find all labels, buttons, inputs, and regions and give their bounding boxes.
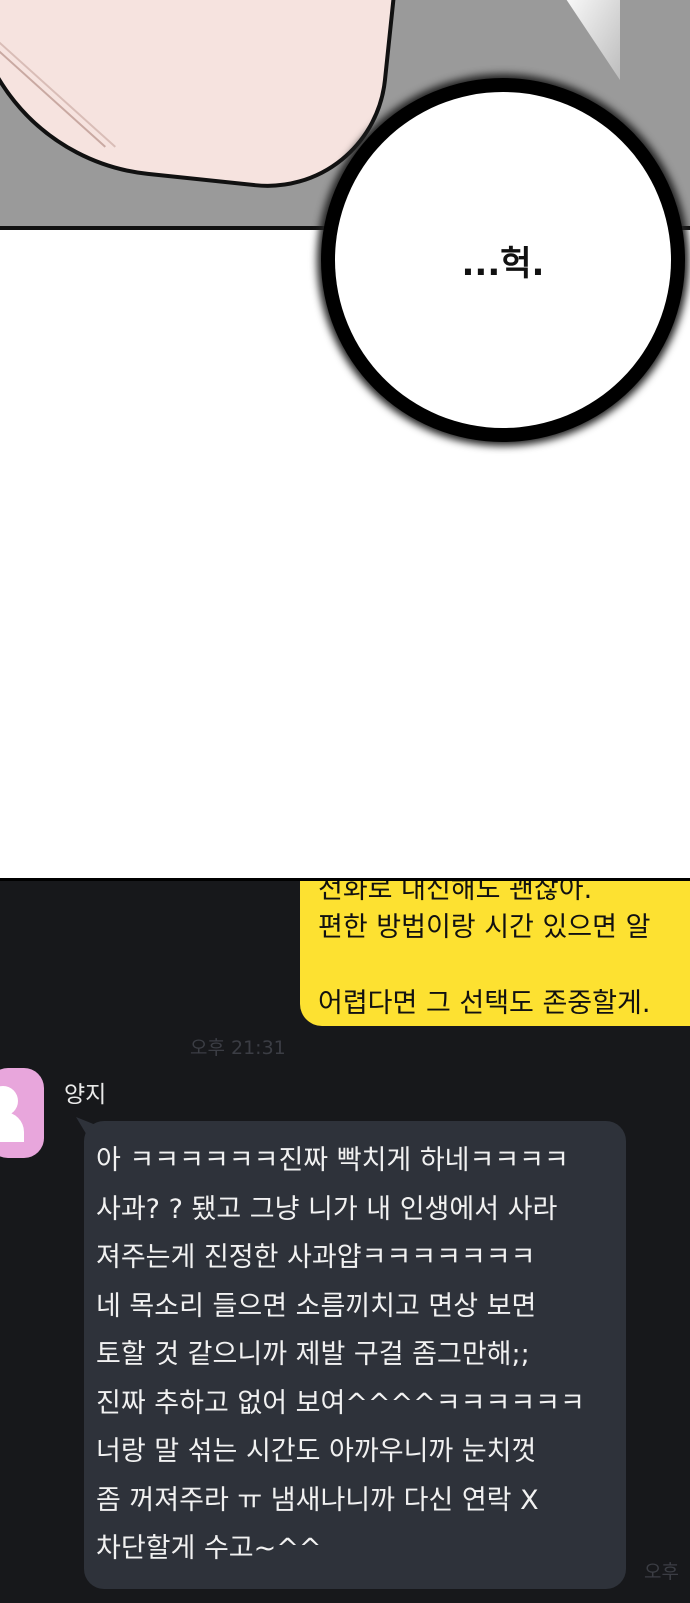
sent-timestamp: 오후 21:31 [190, 1037, 286, 1059]
avatar-body-icon [0, 1112, 24, 1142]
avatar[interactable] [0, 1068, 44, 1158]
speech-text: ...헉. [461, 243, 545, 284]
received-timestamp: 오후 [644, 1561, 679, 1583]
sender-name: 양지 [64, 1082, 107, 1108]
glass-shard [560, 0, 620, 80]
chat-screen: 전화로 대신해도 괜찮아. 편한 방법이랑 시간 있으면 알 어렵다면 그 선택… [0, 878, 690, 1603]
sent-message-bubble: 전화로 대신해도 괜찮아. 편한 방법이랑 시간 있으면 알 어렵다면 그 선택… [300, 881, 690, 1026]
received-message-bubble: 아 ㅋㅋㅋㅋㅋㅋ진짜 빡치게 하네ㅋㅋㅋㅋ 사과? ? 됐고 그냥 니가 내 인… [84, 1121, 626, 1589]
